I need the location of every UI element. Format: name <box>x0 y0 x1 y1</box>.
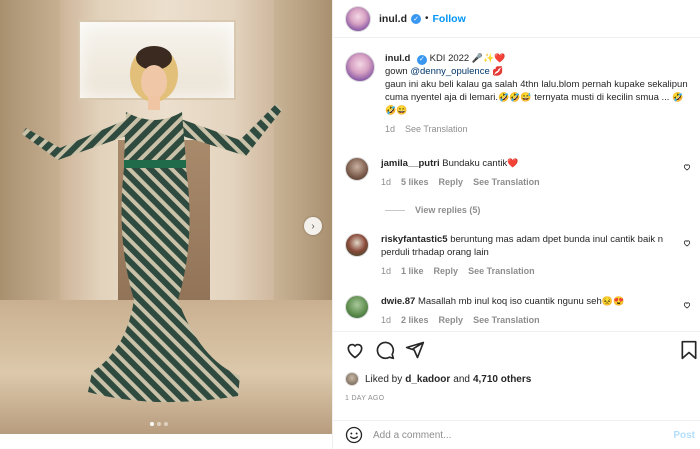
comment-username[interactable]: riskyfantastic5 <box>381 234 448 245</box>
comment-item: jamila__putri Bundaku cantik❤️ 1d 5 like… <box>345 157 695 189</box>
caption-lips-emoji: 💋 <box>492 66 504 76</box>
comment-time[interactable]: 1d <box>381 265 391 278</box>
carousel-indicator <box>150 422 168 426</box>
comment-reply-button[interactable]: Reply <box>439 314 464 327</box>
comment-likes[interactable]: 5 likes <box>401 176 429 189</box>
post-comment-button[interactable]: Post <box>673 430 695 441</box>
view-replies-button[interactable]: View replies (5) <box>385 205 480 215</box>
liker-avatar[interactable] <box>345 372 359 386</box>
likes-others[interactable]: 4,710 others <box>473 374 531 385</box>
comment-reply-button[interactable]: Reply <box>439 176 464 189</box>
post-header: inul.d ✓ • Follow <box>333 0 700 38</box>
heart-icon[interactable] <box>683 239 691 247</box>
caption-text-emoji: 🤣🤣😅 <box>498 92 532 102</box>
photo-woman-in-gown <box>22 46 282 403</box>
carousel-dot <box>164 422 168 426</box>
comment-avatar[interactable] <box>345 157 369 181</box>
post-date[interactable]: 1 DAY AGO <box>345 395 384 402</box>
separator-dot: • <box>425 13 429 24</box>
caption-see-translation[interactable]: See Translation <box>405 123 468 136</box>
share-icon[interactable] <box>405 340 425 360</box>
heart-icon[interactable] <box>683 301 691 309</box>
caption-title-emoji: 🎤✨❤️ <box>471 53 506 63</box>
comment-avatar[interactable] <box>345 295 369 319</box>
carousel-dot <box>157 422 161 426</box>
comment-emoji: 😣😍 <box>601 296 625 306</box>
view-replies-label[interactable]: View replies (5) <box>415 205 480 215</box>
post-side-panel: inul.d ✓ • Follow inul.d ✓ KDI 2022 🎤✨❤️… <box>332 0 700 449</box>
comment-username[interactable]: jamila__putri <box>381 158 440 169</box>
post-actions-bar <box>333 331 700 367</box>
comment-emoji: ❤️ <box>507 158 519 168</box>
comment-item: riskyfantastic5 beruntung mas adam dpet … <box>345 233 695 278</box>
comment-text: Masallah mb inul koq iso cuantik ngunu s… <box>417 296 602 307</box>
caption-mention-link[interactable]: @denny_opulence <box>410 66 489 77</box>
caption-username[interactable]: inul.d <box>385 53 410 64</box>
comment-likes[interactable]: 1 like <box>401 265 424 278</box>
comment-see-translation[interactable]: See Translation <box>468 265 535 278</box>
post-caption: inul.d ✓ KDI 2022 🎤✨❤️ gown @denny_opule… <box>345 52 695 136</box>
comment-text: Bundaku cantik <box>442 158 508 169</box>
comment-time[interactable]: 1d <box>381 314 391 327</box>
comment-time[interactable]: 1d <box>381 176 391 189</box>
likes-summary: Liked by d_kadoor and 4,710 others <box>345 372 531 386</box>
likes-conj: and <box>453 373 470 385</box>
comment-avatar[interactable] <box>345 233 369 257</box>
likes-user[interactable]: d_kadoor <box>405 374 450 385</box>
post-photo[interactable]: › <box>0 0 332 434</box>
comment-username[interactable]: dwie.87 <box>381 296 415 307</box>
comment-reply-button[interactable]: Reply <box>434 265 459 278</box>
header-username[interactable]: inul.d <box>379 13 407 25</box>
comment-see-translation[interactable]: See Translation <box>473 314 540 327</box>
verified-icon: ✓ <box>416 54 427 65</box>
caption-gown: gown <box>385 66 408 77</box>
caption-title: KDI 2022 <box>429 53 470 64</box>
comment-see-translation[interactable]: See Translation <box>473 176 540 189</box>
bookmark-icon[interactable] <box>679 340 699 360</box>
comment-likes[interactable]: 2 likes <box>401 314 429 327</box>
comment-icon[interactable] <box>375 340 395 360</box>
likes-prefix: Liked by <box>365 373 403 385</box>
comment-item: dwie.87 Masallah mb inul koq iso cuantik… <box>345 295 695 327</box>
instagram-post-modal: › inul.d ✓ • Follow inul.d ✓ KDI 2022 🎤✨… <box>0 0 700 449</box>
caption-text2: ternyata musti di kecilin smua ... <box>534 92 670 103</box>
add-comment-bar: Add a comment... Post <box>333 420 700 449</box>
avatar[interactable] <box>345 5 371 32</box>
emoji-icon[interactable] <box>345 426 363 444</box>
caption-time[interactable]: 1d <box>385 123 395 136</box>
heart-icon[interactable] <box>345 340 365 360</box>
heart-icon[interactable] <box>683 163 691 171</box>
view-replies-line <box>385 209 405 211</box>
caption-avatar[interactable] <box>345 52 375 82</box>
follow-button[interactable]: Follow <box>433 13 466 25</box>
chevron-right-icon[interactable]: › <box>304 217 322 235</box>
comment-input[interactable]: Add a comment... <box>373 430 673 441</box>
verified-icon: ✓ <box>411 13 421 24</box>
carousel-dot <box>150 422 154 426</box>
